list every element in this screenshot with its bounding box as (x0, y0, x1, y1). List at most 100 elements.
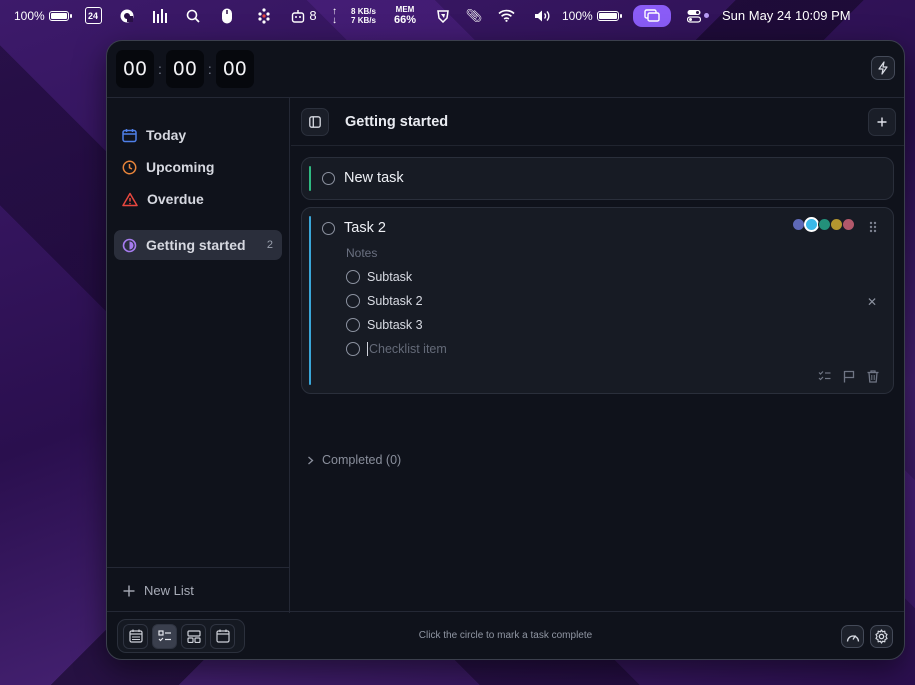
stats-menu[interactable] (144, 0, 176, 31)
task-color-bar (309, 166, 311, 191)
quick-action-button[interactable] (871, 56, 895, 80)
monitor-menu[interactable] (426, 0, 460, 31)
dots-menu[interactable] (244, 0, 284, 31)
toggle-sidebar-button[interactable] (301, 107, 329, 136)
lightning-icon (878, 61, 888, 75)
calendar-icon: 24 (84, 7, 102, 24)
remove-subtask-icon[interactable]: ✕ (867, 295, 877, 309)
subtask-item[interactable]: Subtask 2 (346, 294, 423, 308)
subtask-checkbox[interactable] (346, 294, 360, 308)
task-toolbar (818, 370, 879, 383)
timer-separator: : (158, 61, 162, 77)
task-complete-checkbox[interactable] (322, 171, 335, 185)
settings-button[interactable] (870, 625, 893, 648)
new-list-button[interactable]: New List (107, 567, 289, 613)
sidebar-item-overdue[interactable]: Overdue (114, 184, 282, 214)
calendar-icon (122, 128, 137, 142)
plus-icon (123, 585, 135, 596)
completed-section-toggle[interactable]: Completed (0) (307, 453, 401, 467)
timer-hours[interactable]: 00 (116, 50, 154, 88)
subtask-item[interactable]: Subtask 3 (346, 318, 423, 332)
sidebar-item-today[interactable]: Today (114, 120, 282, 150)
task-card-expanded[interactable]: Task 2 Notes Subtask Subtask 2 ✕ Subtask… (301, 207, 894, 394)
speaker-icon (535, 10, 550, 21)
trash-icon[interactable] (867, 370, 879, 383)
color-swatch-blue-selected[interactable] (804, 217, 819, 232)
subtask-checkbox[interactable] (346, 318, 360, 332)
task-card[interactable]: New task (301, 157, 894, 200)
cpu-menu[interactable]: 8 (284, 0, 324, 31)
color-picker (792, 217, 855, 232)
subtask-checkbox (346, 342, 360, 356)
robot-icon (292, 9, 305, 23)
battery-icon (48, 10, 72, 21)
memory-menu[interactable]: MEM 66% (384, 0, 426, 31)
page-title: Getting started (345, 113, 449, 130)
stats-button[interactable] (841, 625, 864, 648)
timer-seconds[interactable]: 00 (215, 50, 254, 88)
timer-minutes[interactable]: 00 (165, 50, 204, 88)
mouse-menu[interactable] (210, 0, 244, 31)
sidebar-item-upcoming[interactable]: Upcoming (114, 152, 282, 182)
battery-status-left[interactable]: 100% (14, 0, 76, 31)
checklist-icon[interactable] (818, 370, 831, 382)
attachment-menu[interactable]: 📎︎ (460, 0, 488, 31)
window-switcher-menu[interactable] (626, 0, 678, 31)
task-title[interactable]: New task (344, 170, 404, 186)
paperclip-icon: 📎︎ (465, 8, 483, 23)
volume-menu[interactable] (524, 0, 562, 31)
sidebar-item-getting-started[interactable]: Getting started 2 (114, 230, 282, 260)
sidebar: Today Upcoming Overdue Getting started 2… (107, 98, 290, 613)
gear-icon (875, 629, 888, 644)
color-swatch-rose[interactable] (842, 218, 855, 231)
subtask-label[interactable]: Subtask 3 (367, 318, 423, 332)
app-menu-q[interactable] (110, 0, 144, 31)
half-circle-icon (122, 238, 137, 252)
plus-icon (877, 117, 887, 126)
q-logo-icon (120, 9, 134, 22)
subtask-item[interactable]: Subtask (346, 270, 412, 284)
network-menu[interactable]: ↑ ↓ 8 KB/s 7 KB/s (324, 0, 384, 31)
flag-icon[interactable] (843, 370, 855, 383)
notes-field[interactable]: Notes (346, 246, 377, 260)
footer-bar: Click the circle to mark a task complete (107, 611, 904, 659)
checklist-input[interactable]: Checklist item (367, 342, 447, 356)
battery-charging-icon (596, 10, 622, 21)
dot-indicator-icon (704, 13, 709, 18)
shield-tilt-icon (437, 9, 449, 23)
calendar-menu[interactable]: 24 (76, 0, 110, 31)
mouse-icon (222, 8, 232, 23)
list-count-badge: 2 (266, 239, 273, 251)
app-window: 00 : 00 : 00 Today Upcoming Overdue Gett… (106, 40, 905, 660)
menubar-clock[interactable]: Sun May 24 10:09 PM (718, 0, 851, 31)
diamond-dots-icon (258, 7, 270, 24)
list-header: Getting started (291, 98, 904, 146)
menu-bar: 100% 24 8 ↑ ↓ 8 KB/s 7 KB/s MEM 66% 📎︎ 1… (0, 0, 915, 31)
bar-graph-icon (153, 8, 167, 23)
task-complete-checkbox[interactable] (322, 221, 335, 235)
wifi-menu[interactable] (488, 0, 524, 31)
windows-icon (644, 9, 660, 22)
subtask-label[interactable]: Subtask 2 (367, 294, 423, 308)
subtask-label[interactable]: Subtask (367, 270, 412, 284)
chevron-right-icon (308, 456, 314, 464)
search-menu[interactable] (176, 0, 210, 31)
battery-status-right[interactable]: 100% (562, 0, 626, 31)
timer-bar: 00 : 00 : 00 (107, 41, 904, 98)
pomodoro-timer[interactable]: 00 : 00 : 00 (116, 50, 254, 88)
speedometer-icon (846, 634, 859, 642)
updown-arrows-icon: ↑ ↓ (332, 5, 338, 26)
sidebar-icon (309, 115, 321, 128)
add-task-button[interactable] (868, 107, 896, 136)
wifi-icon (497, 9, 515, 22)
new-checklist-item[interactable]: Checklist item (346, 342, 447, 356)
main-panel: Getting started New task Task 2 Notes Su… (291, 98, 904, 613)
task-title[interactable]: Task 2 (344, 220, 386, 236)
toggles-icon (687, 9, 701, 23)
search-icon (186, 9, 200, 23)
warning-icon (122, 192, 138, 206)
drag-handle-icon[interactable] (869, 220, 877, 238)
footer-hint: Click the circle to mark a task complete (418, 630, 593, 641)
subtask-checkbox[interactable] (346, 270, 360, 284)
control-center-menu[interactable] (678, 0, 718, 31)
